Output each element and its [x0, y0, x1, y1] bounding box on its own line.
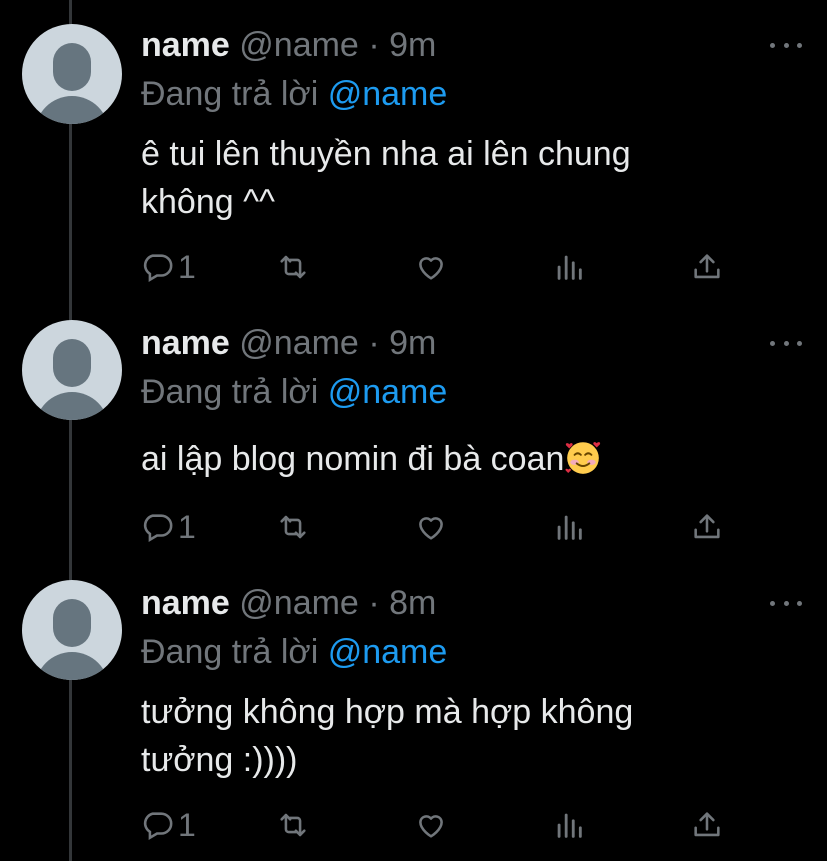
retweet-button[interactable] [276, 247, 310, 287]
reply-icon [143, 812, 173, 841]
replying-to: Đang trả lời @name [141, 74, 447, 114]
display-name[interactable]: name [141, 26, 230, 64]
reply-icon [143, 514, 173, 543]
heart-icon [419, 517, 443, 540]
handle[interactable]: @name [239, 26, 359, 64]
more-options-icon[interactable] [770, 35, 802, 55]
like-button[interactable] [414, 507, 448, 547]
heart-icon [419, 257, 443, 280]
mention-link[interactable]: @name [328, 373, 448, 411]
reply-button[interactable]: 1 [140, 805, 196, 845]
handle[interactable]: @name [239, 324, 359, 362]
avatar[interactable] [22, 24, 122, 124]
mention-link[interactable]: @name [328, 633, 448, 671]
tweet-actions: 1 [0, 507, 827, 547]
separator: · [368, 26, 380, 64]
analytics-icon [557, 515, 582, 540]
thread-line [69, 0, 72, 861]
tweet-text-content: tưởng không hợp mà hợp không tưởng :)))) [141, 693, 634, 779]
timestamp[interactable]: 9m [389, 324, 436, 362]
timestamp[interactable]: 8m [389, 584, 436, 622]
display-name[interactable]: name [141, 584, 230, 622]
views-button[interactable] [552, 805, 586, 845]
handle[interactable]: @name [239, 584, 359, 622]
reply-count: 1 [178, 508, 196, 545]
share-icon [694, 812, 720, 837]
separator: · [368, 324, 380, 362]
tweet-text: ai lập blog nomin đi bà coan [141, 435, 781, 483]
timestamp[interactable]: 9m [389, 26, 436, 64]
reply-button[interactable]: 1 [140, 507, 196, 547]
share-button[interactable] [690, 247, 724, 287]
tweet-header: name @name · 8m [141, 583, 436, 623]
more-options-icon[interactable] [770, 333, 802, 353]
retweet-icon [280, 255, 306, 279]
tweet-header: name @name · 9m [141, 323, 436, 363]
avatar-head-shape [53, 43, 91, 91]
like-button[interactable] [414, 247, 448, 287]
views-button[interactable] [552, 247, 586, 287]
replying-prefix: Đang trả lời [141, 373, 319, 411]
tweet-text: tưởng không hợp mà hợp không tưởng :)))) [141, 688, 781, 784]
analytics-icon [557, 255, 582, 280]
retweet-button[interactable] [276, 805, 310, 845]
reply-count: 1 [178, 248, 196, 285]
avatar-head-shape [53, 339, 91, 387]
tweet-header: name @name · 9m [141, 25, 436, 65]
like-button[interactable] [414, 805, 448, 845]
replying-prefix: Đang trả lời [141, 75, 319, 113]
avatar[interactable] [22, 580, 122, 680]
replying-prefix: Đang trả lời [141, 633, 319, 671]
replying-to: Đang trả lời @name [141, 372, 447, 412]
tweet-actions: 1 [0, 805, 827, 845]
share-button[interactable] [690, 805, 724, 845]
tweet-actions: 1 [0, 247, 827, 287]
analytics-icon [557, 813, 582, 838]
smiling-face-with-hearts-emoji [565, 442, 601, 474]
mention-link[interactable]: @name [328, 75, 448, 113]
reply-button[interactable]: 1 [140, 247, 196, 287]
share-button[interactable] [690, 507, 724, 547]
avatar[interactable] [22, 320, 122, 420]
share-icon [694, 514, 720, 539]
avatar-head-shape [53, 599, 91, 647]
more-options-icon[interactable] [770, 593, 802, 613]
avatar-body-shape [35, 652, 109, 680]
reply-icon [143, 254, 173, 283]
reply-count: 1 [178, 806, 196, 843]
views-button[interactable] [552, 507, 586, 547]
heart-icon [419, 815, 443, 838]
retweet-button[interactable] [276, 507, 310, 547]
tweet-text: ê tui lên thuyền nha ai lên chung không … [141, 130, 781, 226]
avatar-body-shape [35, 96, 109, 124]
tweet-text-content: ai lập blog nomin đi bà coan [141, 440, 565, 478]
tweet-text-content: ê tui lên thuyền nha ai lên chung không … [141, 135, 631, 221]
display-name[interactable]: name [141, 324, 230, 362]
retweet-icon [280, 813, 306, 837]
share-icon [694, 254, 720, 279]
replying-to: Đang trả lời @name [141, 632, 447, 672]
avatar-body-shape [35, 392, 109, 420]
retweet-icon [280, 515, 306, 539]
separator: · [368, 584, 380, 622]
